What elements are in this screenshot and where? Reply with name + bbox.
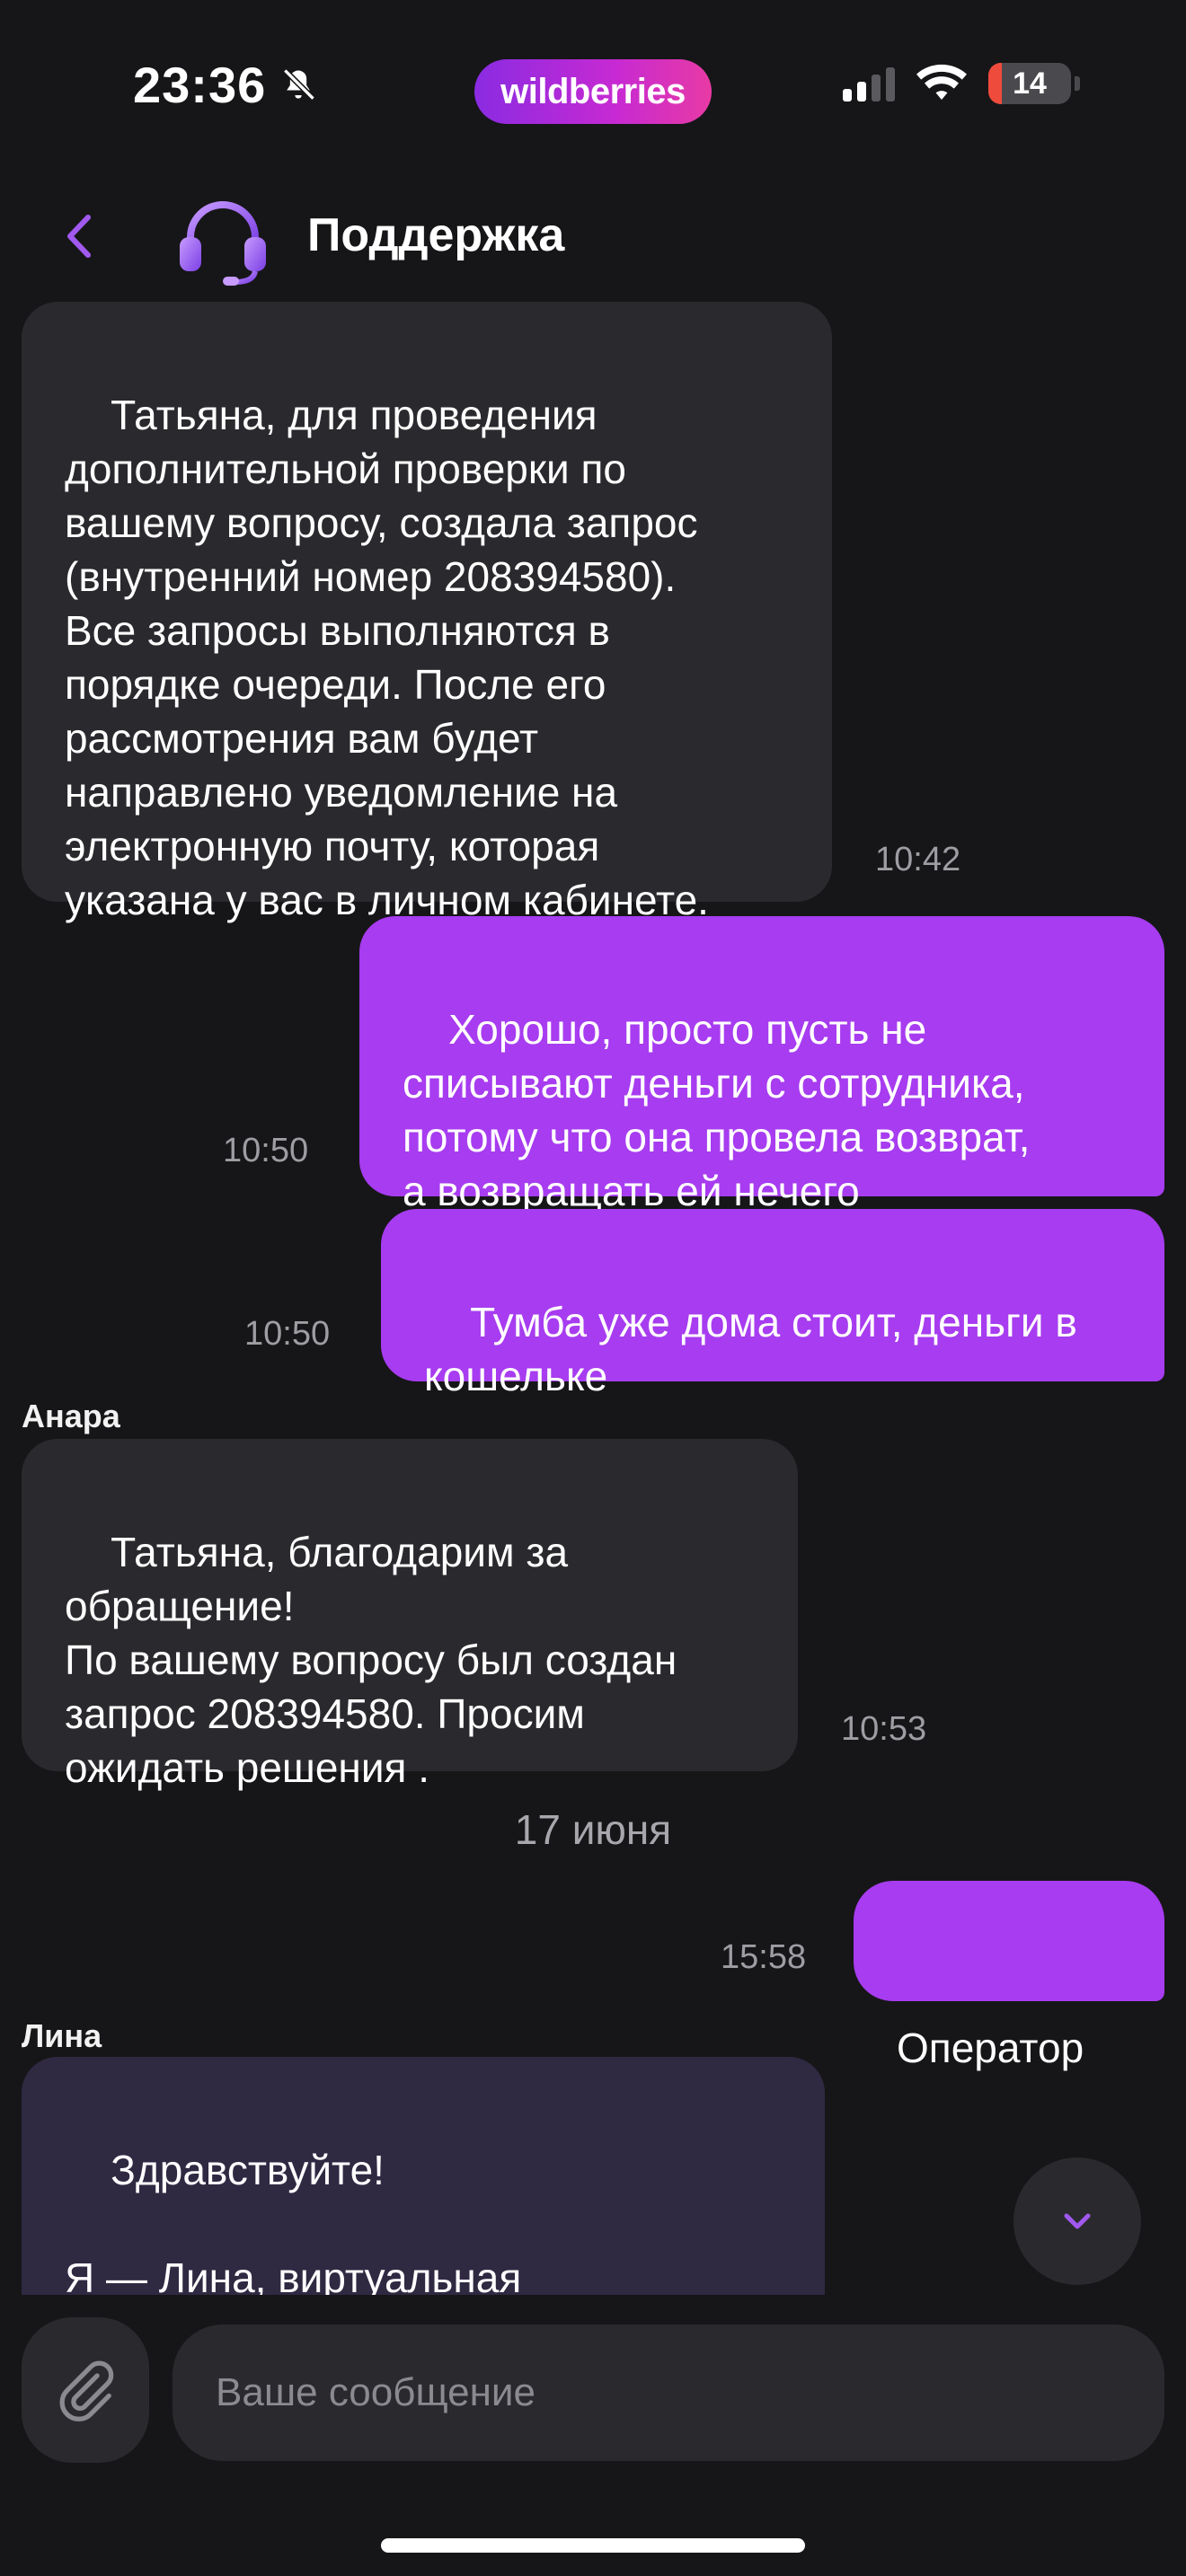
- message-text: Татьяна, благодарим за обращение! По ваш…: [65, 1529, 677, 1791]
- sender-name: Лина: [22, 2017, 102, 2054]
- chevron-down-icon: [1064, 2213, 1091, 2229]
- message-bubble-incoming[interactable]: Татьяна, благодарим за обращение! По ваш…: [22, 1439, 798, 1791]
- message-text: Здравствуйте! Я — Лина, виртуальная помо…: [65, 2147, 522, 2295]
- message-text: Тумба уже дома стоит, деньги в кошельке: [424, 1299, 1077, 1399]
- message-bubble-outgoing[interactable]: Хорошо, просто пусть не списывают деньги…: [359, 916, 1164, 1214]
- brand-name: wildberries: [500, 71, 686, 111]
- wifi-icon: [916, 64, 967, 100]
- cellular-signal-icon: [843, 66, 895, 101]
- message-bubble-outgoing[interactable]: Оператор: [854, 1881, 1164, 2071]
- attach-button[interactable]: [22, 2317, 149, 2463]
- status-time: 23:36: [133, 57, 267, 113]
- clock-group: 23:36: [133, 56, 318, 114]
- message-bubble-incoming[interactable]: Татьяна, для проведения дополнительной п…: [22, 302, 832, 923]
- brand-pill[interactable]: wildberries: [474, 59, 712, 124]
- battery-level: 14: [1013, 66, 1047, 101]
- scroll-down-button[interactable]: [1013, 2157, 1141, 2285]
- message-text: Хорошо, просто пусть не списывают деньги…: [403, 1006, 1031, 1214]
- message-time: 10:50: [244, 1315, 331, 1353]
- message-bubble-outgoing[interactable]: Тумба уже дома стоит, деньги в кошельке: [381, 1209, 1164, 1399]
- home-indicator[interactable]: [381, 2538, 805, 2553]
- message-input[interactable]: [173, 2325, 1164, 2461]
- message-text: Оператор: [897, 2025, 1084, 2071]
- sender-name: Анара: [22, 1398, 120, 1434]
- back-chevron-icon[interactable]: [50, 205, 113, 268]
- message-time: 10:42: [875, 841, 961, 878]
- status-bar: 23:36 wildberries 14: [0, 0, 1186, 171]
- message-bubble-incoming[interactable]: Здравствуйте! Я — Лина, виртуальная помо…: [22, 2057, 825, 2295]
- page-title: Поддержка: [307, 209, 565, 261]
- message-text: Татьяна, для проведения дополнительной п…: [65, 392, 709, 923]
- status-icons: 14: [843, 63, 1080, 104]
- message-list[interactable]: Татьяна, для проведения дополнительной п…: [0, 296, 1186, 2295]
- battery-icon: 14: [988, 63, 1071, 104]
- message-time: 10:53: [841, 1710, 927, 1748]
- chat-header: Поддержка: [0, 180, 1186, 296]
- paperclip-icon: [59, 2360, 114, 2422]
- message-time: 15:58: [721, 1938, 807, 1976]
- headset-support-icon: [180, 201, 266, 286]
- bell-slash-icon: [283, 67, 316, 101]
- date-separator: 17 июня: [514, 1806, 672, 1853]
- message-time: 10:50: [223, 1132, 309, 1169]
